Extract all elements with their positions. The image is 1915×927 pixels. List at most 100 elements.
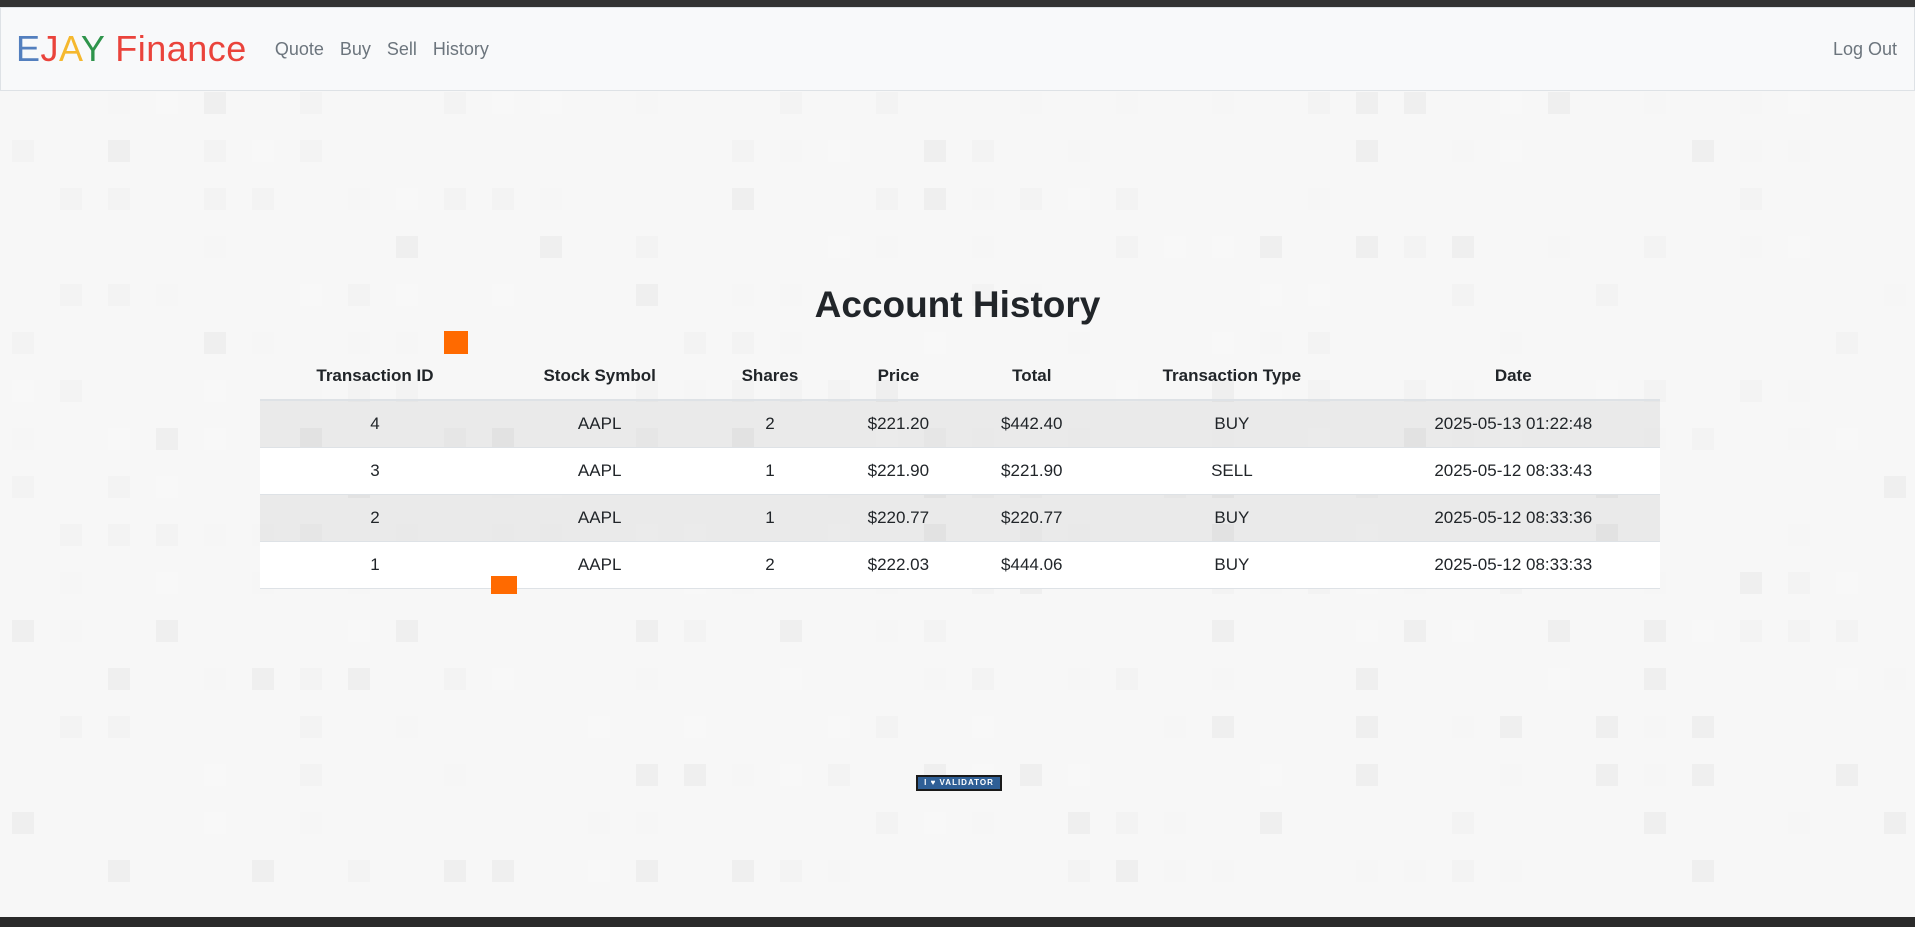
background-tile xyxy=(1356,860,1378,882)
background-tile xyxy=(1068,332,1090,354)
background-tile xyxy=(540,188,562,210)
background-tile xyxy=(444,92,466,114)
background-tile xyxy=(1740,236,1762,258)
nav-link-quote[interactable]: Quote xyxy=(267,39,332,60)
background-tile xyxy=(828,236,850,258)
cell-transaction-id: 4 xyxy=(260,399,490,448)
background-tile xyxy=(684,716,706,738)
background-tile xyxy=(492,188,514,210)
background-tile xyxy=(444,188,466,210)
background-tile xyxy=(684,332,706,354)
background-tile xyxy=(1788,572,1810,594)
background-tile xyxy=(588,812,610,834)
background-tile xyxy=(60,572,82,594)
background-tile xyxy=(972,236,994,258)
background-tile xyxy=(924,620,946,642)
background-tile xyxy=(780,668,802,690)
background-tile xyxy=(1788,428,1810,450)
background-tile xyxy=(1692,428,1714,450)
background-tile xyxy=(1644,620,1666,642)
nav-link-buy[interactable]: Buy xyxy=(332,39,379,60)
background-tile xyxy=(12,812,34,834)
background-tile xyxy=(972,188,994,210)
table-row: 2 AAPL 1 $220.77 $220.77 BUY 2025-05-12 … xyxy=(260,494,1660,542)
validator-badge[interactable]: I ♥ VALIDATOR xyxy=(916,775,1002,791)
background-tile xyxy=(1596,764,1618,786)
background-tile xyxy=(60,620,82,642)
background-tile xyxy=(1884,476,1906,498)
background-tile xyxy=(636,812,658,834)
cell-price: $220.77 xyxy=(830,494,967,542)
background-tile xyxy=(396,716,418,738)
logout-link[interactable]: Log Out xyxy=(1833,39,1897,60)
nav-link-sell[interactable]: Sell xyxy=(379,39,425,60)
background-tile xyxy=(1692,860,1714,882)
background-tile xyxy=(972,668,994,690)
cell-price: $221.20 xyxy=(830,399,967,448)
background-tile xyxy=(588,860,610,882)
background-tile xyxy=(108,428,130,450)
background-tile xyxy=(1740,572,1762,594)
background-tile xyxy=(1356,236,1378,258)
cell-date: 2025-05-12 08:33:33 xyxy=(1366,541,1660,589)
background-tile xyxy=(540,236,562,258)
nav-link-history[interactable]: History xyxy=(425,39,497,60)
background-tile xyxy=(1356,716,1378,738)
background-tile xyxy=(1356,668,1378,690)
background-tile xyxy=(1692,140,1714,162)
background-tile xyxy=(1452,236,1474,258)
brand-letter: J xyxy=(40,28,60,69)
background-tile xyxy=(1020,188,1042,210)
background-tile xyxy=(1404,620,1426,642)
background-tile xyxy=(60,188,82,210)
cell-shares: 2 xyxy=(709,541,831,589)
background-tile xyxy=(1644,812,1666,834)
cell-total: $220.77 xyxy=(966,494,1098,542)
background-tile xyxy=(60,716,82,738)
background-tile xyxy=(1452,812,1474,834)
background-tile xyxy=(1260,812,1282,834)
background-tile xyxy=(1500,764,1522,786)
background-tile xyxy=(924,188,946,210)
background-tile xyxy=(1404,860,1426,882)
background-tile xyxy=(204,524,226,546)
cell-stock-symbol: AAPL xyxy=(489,541,710,589)
background-tile xyxy=(732,332,754,354)
brand-letter: A xyxy=(59,28,81,69)
background-tile xyxy=(1116,92,1138,114)
background-tile xyxy=(636,668,658,690)
background-tile xyxy=(12,620,34,642)
cell-total: $221.90 xyxy=(966,447,1098,495)
background-tile xyxy=(1548,236,1570,258)
background-tile xyxy=(972,140,994,162)
cell-transaction-id: 1 xyxy=(260,541,490,589)
cell-date: 2025-05-13 01:22:48 xyxy=(1366,399,1660,448)
background-tile xyxy=(1452,140,1474,162)
background-tile xyxy=(684,620,706,642)
background-tile xyxy=(1884,668,1906,690)
brand-logo[interactable]: EJAY Finance xyxy=(16,28,247,70)
background-tile xyxy=(108,476,130,498)
column-header: Total xyxy=(966,352,1098,401)
cell-transaction-id: 3 xyxy=(260,447,490,495)
background-tile xyxy=(1788,524,1810,546)
background-tile xyxy=(492,860,514,882)
background-tile xyxy=(1788,92,1810,114)
background-tile xyxy=(1116,236,1138,258)
taskbar xyxy=(0,917,1915,927)
column-header: Transaction ID xyxy=(260,352,490,401)
background-tile xyxy=(780,92,802,114)
brand-word: Finance xyxy=(104,28,247,69)
background-tile xyxy=(1644,92,1666,114)
background-tile xyxy=(1308,332,1330,354)
background-tile xyxy=(924,812,946,834)
background-tile xyxy=(1020,92,1042,114)
background-tile xyxy=(1116,188,1138,210)
background-tile xyxy=(924,140,946,162)
background-tile xyxy=(1212,668,1234,690)
background-tile xyxy=(300,716,322,738)
background-tile xyxy=(396,236,418,258)
background-tile xyxy=(1788,812,1810,834)
background-tile xyxy=(1020,764,1042,786)
background-tile xyxy=(1452,716,1474,738)
